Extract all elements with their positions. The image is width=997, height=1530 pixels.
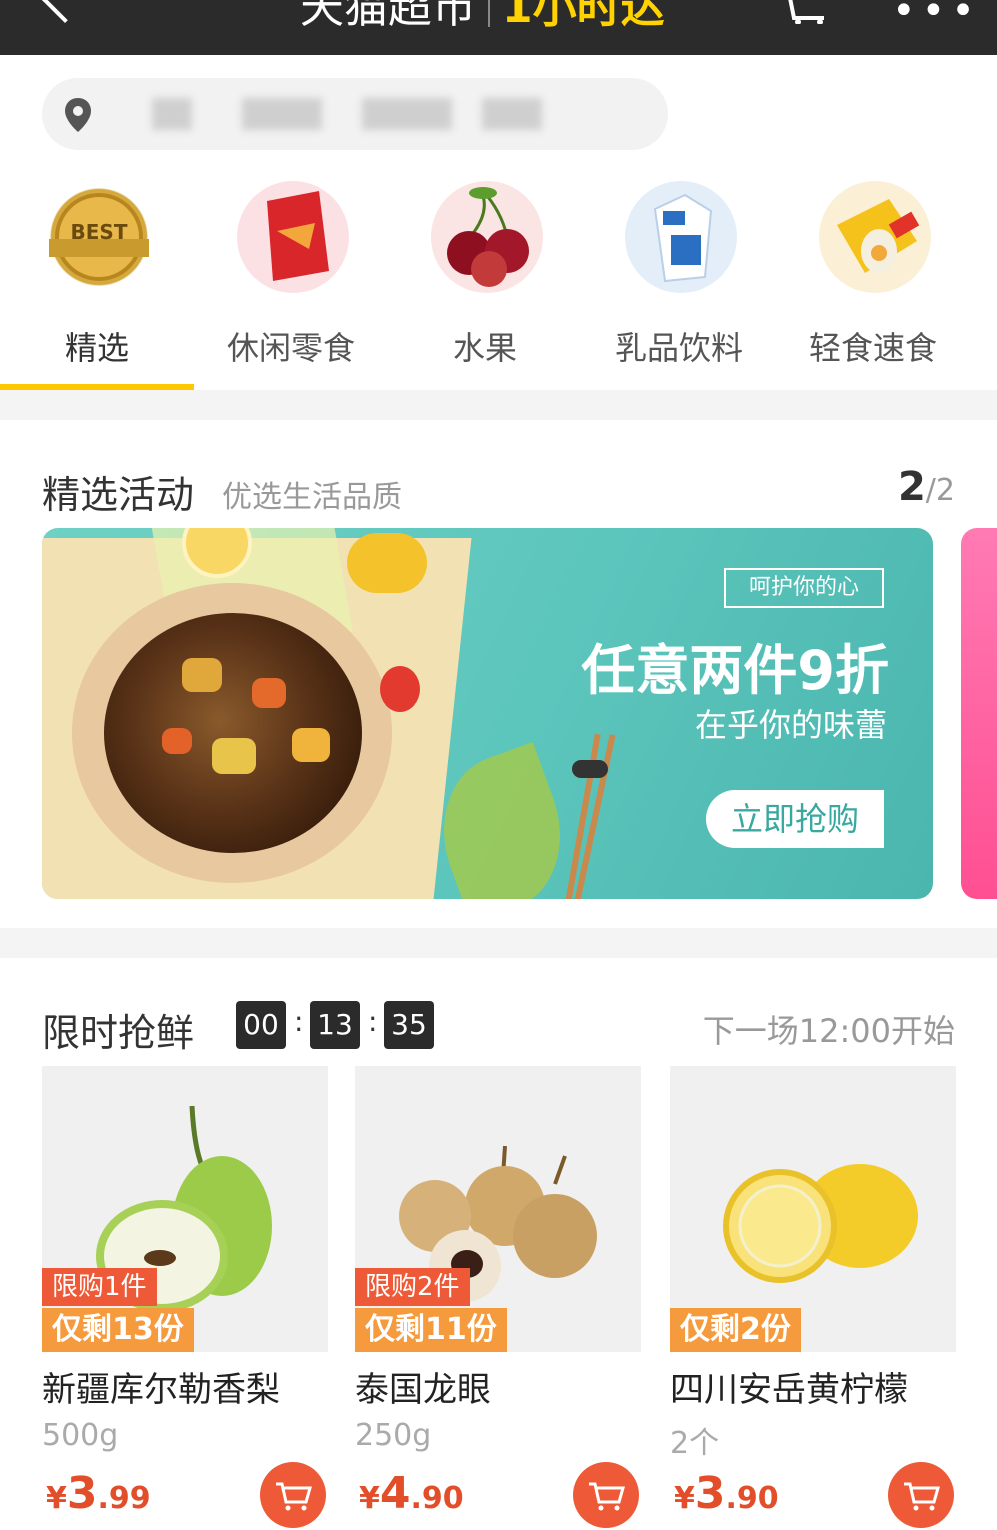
tab-quick-meals[interactable]: 轻食速食 — [776, 175, 970, 390]
tab-label: 精选 — [64, 329, 129, 367]
tab-label: 乳品饮料 — [614, 329, 743, 367]
title-main: 天猫超市 — [300, 0, 476, 33]
buy-now-button[interactable]: 立即抢购 — [706, 790, 884, 848]
product-name: 泰国龙眼 — [355, 1370, 491, 1410]
next-banner-peek[interactable] — [961, 528, 997, 899]
potato-chunk — [182, 658, 222, 692]
product-card[interactable]: 仅剩2份 四川安岳黄柠檬 2个 ¥3.90 — [670, 1066, 956, 1530]
product-name: 新疆库尔勒香梨 — [42, 1370, 280, 1410]
product-card[interactable]: 限购2件 仅剩11份 泰国龙眼 250g ¥4.90 — [355, 1066, 641, 1530]
add-to-cart-button[interactable] — [260, 1462, 326, 1528]
svg-text:BEST: BEST — [71, 220, 128, 244]
tab-snacks[interactable]: 休闲零食 — [194, 175, 388, 390]
location-bar[interactable] — [42, 78, 668, 150]
page-title: 天猫超市 1小时达 — [300, 0, 665, 38]
potato-chunk — [292, 728, 330, 762]
cart-icon — [276, 1482, 312, 1511]
timer-seconds: 35 — [384, 1001, 434, 1049]
cart-icon — [904, 1482, 940, 1511]
section-title: 精选活动 — [42, 473, 195, 517]
remaining-stock-badge: 仅剩13份 — [42, 1308, 194, 1352]
timer-colon: : — [294, 1005, 304, 1038]
timer-colon: : — [368, 1005, 378, 1038]
chopstick-rest — [572, 760, 608, 778]
timer-hours: 00 — [236, 1001, 286, 1049]
top-bar: 天猫超市 1小时达 ••• — [0, 0, 997, 55]
product-price: ¥3.99 — [46, 1468, 151, 1519]
tab-dairy[interactable]: 乳品饮料 — [582, 175, 776, 390]
snack-bag-icon — [237, 181, 349, 293]
cherry-icon — [431, 181, 543, 293]
address-redacted — [362, 98, 452, 130]
section-title: 限时抢鲜 — [42, 1011, 195, 1055]
product-name: 四川安岳黄柠檬 — [670, 1370, 908, 1410]
banner-pager: 2/2 — [898, 464, 955, 510]
banner-tag: 呵护你的心 — [724, 568, 884, 608]
tab-fruit[interactable]: 水果 — [388, 175, 582, 390]
tab-label: 水果 — [452, 329, 517, 367]
next-session-text: 下一场12:00开始 — [702, 1012, 955, 1050]
pager-current: 2 — [897, 464, 926, 510]
flash-sale-section: 限时抢鲜 00 : 13 : 35 下一场12:00开始 限购1件 仅剩13份 … — [0, 958, 997, 1530]
milk-carton-icon — [625, 181, 737, 293]
carrot-chunk — [252, 678, 286, 708]
category-tabs: BEST 精选 休闲零食 水果 乳品饮料 轻食速食 — [0, 175, 997, 390]
purchase-limit-badge: 限购2件 — [355, 1268, 470, 1306]
back-icon[interactable] — [40, 0, 90, 24]
location-pin-icon — [62, 96, 94, 138]
product-card[interactable]: 限购1件 仅剩13份 新疆库尔勒香梨 500g ¥3.99 — [42, 1066, 328, 1530]
potato-chunk — [212, 738, 256, 774]
banner-headline: 任意两件9折 — [581, 639, 889, 702]
best-badge-icon: BEST — [43, 181, 155, 293]
featured-section: 精选活动 优选生活品质 2/2 呵护你的心 任意两件9折 在乎你的味蕾 立即抢购 — [0, 420, 997, 928]
cart-icon[interactable] — [780, 0, 832, 28]
address-redacted — [152, 98, 192, 130]
timer-minutes: 13 — [310, 1001, 360, 1049]
address-redacted — [242, 98, 322, 130]
more-menu-icon[interactable]: ••• — [892, 0, 981, 34]
tomato-illustration — [380, 666, 420, 712]
pepper-illustration — [347, 533, 427, 593]
purchase-limit-badge: 限购1件 — [42, 1268, 157, 1306]
header: BEST 精选 休闲零食 水果 乳品饮料 轻食速食 — [0, 55, 997, 390]
address-redacted — [482, 98, 542, 130]
remaining-stock-badge: 仅剩2份 — [670, 1308, 801, 1352]
remaining-stock-badge: 仅剩11份 — [355, 1308, 507, 1352]
product-price: ¥4.90 — [359, 1468, 464, 1519]
product-spec: 250g — [355, 1418, 432, 1453]
tab-label: 轻食速食 — [808, 329, 937, 367]
active-tab-indicator — [0, 384, 194, 390]
section-subtitle: 优选生活品质 — [222, 480, 402, 515]
pager-total: /2 — [925, 473, 955, 508]
product-spec: 500g — [42, 1418, 119, 1453]
cart-icon — [589, 1482, 625, 1511]
add-to-cart-button[interactable] — [573, 1462, 639, 1528]
add-to-cart-button[interactable] — [888, 1462, 954, 1528]
egg-pack-icon — [819, 181, 931, 293]
tab-label: 休闲零食 — [226, 329, 355, 367]
carrot-chunk — [162, 728, 192, 754]
title-accent: 1小时达 — [502, 0, 665, 33]
promo-banner[interactable]: 呵护你的心 任意两件9折 在乎你的味蕾 立即抢购 — [42, 528, 933, 899]
banner-subline: 在乎你的味蕾 — [694, 706, 887, 744]
title-divider — [488, 0, 490, 27]
tab-featured[interactable]: BEST 精选 — [0, 175, 194, 390]
product-spec: 2个 — [670, 1426, 720, 1461]
product-price: ¥3.90 — [674, 1468, 779, 1519]
